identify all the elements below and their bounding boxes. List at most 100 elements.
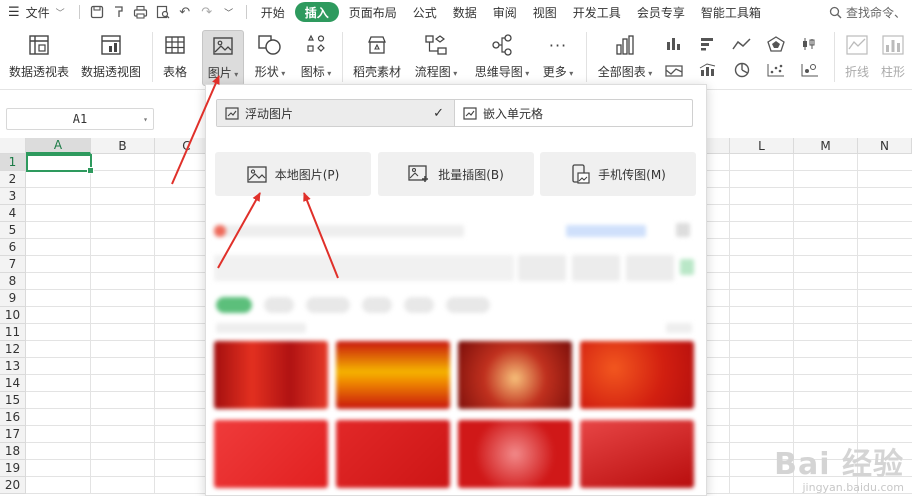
pie-chart-icon[interactable] [732,62,752,78]
dropdown-arrow-icon: ▾ [566,69,574,78]
row-header-13[interactable]: 13 [0,358,26,375]
tab-insert[interactable]: 插入 [294,2,339,22]
icons-gallery-icon [303,32,329,58]
close-icon [676,223,690,237]
row-header-3[interactable]: 3 [0,188,26,205]
dropdown-arrow-icon: ▾ [231,70,239,79]
tab-member[interactable]: 会员专享 [629,0,693,24]
row-header-11[interactable]: 11 [0,324,26,341]
bubble-chart-icon[interactable] [800,62,820,78]
row-header-19[interactable]: 19 [0,460,26,477]
sparkline-line-button[interactable]: 折线 [840,30,874,86]
library-category-chip [404,297,434,313]
floating-picture-option[interactable]: 浮动图片 ✓ [217,100,454,126]
active-cell-a1[interactable] [26,154,94,174]
icon-button[interactable]: 图标 ▾ [296,30,336,86]
line-chart-icon[interactable] [732,36,752,52]
embed-in-cell-option[interactable]: 嵌入单元格 [454,100,692,126]
row-header-15[interactable]: 15 [0,392,26,409]
area-chart-icon[interactable] [664,62,684,78]
undo-icon[interactable]: ↶ [174,0,196,24]
row-header-16[interactable]: 16 [0,409,26,426]
tab-developer[interactable]: 开发工具 [565,0,629,24]
pivot-chart-button[interactable]: 数据透视图 [78,30,144,86]
flowchart-icon [423,32,449,58]
sparkline-column-label: 柱形 [880,65,905,79]
column-header-n[interactable]: N [858,138,912,154]
column-header-b[interactable]: B [91,138,155,154]
more-dots-icon: ··· [548,35,568,55]
format-painter-icon[interactable] [108,0,130,24]
bar-chart-icon [612,32,638,58]
row-header-20[interactable]: 20 [0,477,26,494]
row-header-10[interactable]: 10 [0,307,26,324]
batch-insert-button[interactable]: 批量插图(B) [378,152,534,196]
row-header-14[interactable]: 14 [0,375,26,392]
picture-mode-toggle: 浮动图片 ✓ 嵌入单元格 [216,99,693,127]
tab-review[interactable]: 审阅 [485,0,525,24]
library-thumbnail [336,420,450,488]
command-search[interactable]: 查找命令、 [829,4,912,21]
row-header-6[interactable]: 6 [0,239,26,256]
row-header-8[interactable]: 8 [0,273,26,290]
column-header-l[interactable]: L [730,138,794,154]
tab-formulas[interactable]: 公式 [405,0,445,24]
mindmap-icon [489,32,515,58]
quick-access-more-icon[interactable]: ﹀ [218,0,240,24]
row-header-1[interactable]: 1 [0,154,26,171]
bar-horizontal-chart-icon[interactable] [698,36,718,52]
row-header-9[interactable]: 9 [0,290,26,307]
local-picture-button[interactable]: 本地图片(P) [215,152,371,196]
pivot-table-button[interactable]: 数据透视表 [6,30,72,86]
stock-chart-icon[interactable] [800,36,820,52]
batch-insert-label: 批量插图(B) [438,167,504,182]
shape-button[interactable]: 形状 ▾ [250,30,290,86]
sparkline-column-button[interactable]: 柱形 [876,30,910,86]
row-header-7[interactable]: 7 [0,256,26,273]
row-header-18[interactable]: 18 [0,443,26,460]
tab-view[interactable]: 视图 [525,0,565,24]
mindmap-button[interactable]: 思维导图 ▾ [470,30,534,86]
image-icon [247,165,267,183]
name-box[interactable]: A1 ▾ [6,108,154,130]
library-section-title [216,323,306,333]
column-header-m[interactable]: M [794,138,858,154]
library-banner-icon [214,225,226,237]
picture-button[interactable]: 图片 ▾ [202,30,244,86]
row-header-17[interactable]: 17 [0,426,26,443]
row-header-5[interactable]: 5 [0,222,26,239]
material-label: 稻壳素材 [352,65,401,79]
scatter-chart-icon[interactable] [766,62,786,78]
sparkline-line-icon [844,32,870,58]
icon-label: 图标 [300,65,325,79]
flowchart-button[interactable]: 流程图 ▾ [410,30,462,86]
column-chart-icon[interactable] [664,36,684,52]
row-header-12[interactable]: 12 [0,341,26,358]
print-icon[interactable] [130,0,152,24]
phone-upload-button[interactable]: 手机传图(M) [540,152,696,196]
select-all-corner[interactable] [0,138,26,154]
table-button[interactable]: 表格 [158,30,192,86]
watermark-logo: Bai 经验 [774,447,904,482]
redo-icon[interactable]: ↷ [196,0,218,24]
tab-data[interactable]: 数据 [445,0,485,24]
column-header-a[interactable]: A [26,138,91,154]
tab-home[interactable]: 开始 [253,0,293,24]
row-header-4[interactable]: 4 [0,205,26,222]
library-thumbnail [580,420,694,488]
pivot-table-icon [26,32,52,58]
dropdown-arrow-icon: ▾ [522,69,530,78]
hamburger-icon: ☰ [8,4,20,20]
tab-page-layout[interactable]: 页面布局 [341,0,405,24]
combo-chart-icon[interactable] [698,62,718,78]
all-charts-button[interactable]: 全部图表 ▾ [594,30,656,86]
material-button[interactable]: 稻壳素材 [350,30,404,86]
file-menu[interactable]: ☰ 文件 ﹀ [0,0,73,24]
print-preview-icon[interactable] [152,0,174,24]
mindmap-label: 思维导图 [474,65,523,79]
save-icon[interactable] [86,0,108,24]
row-header-2[interactable]: 2 [0,171,26,188]
tab-smart-toolbox[interactable]: 智能工具箱 [693,0,769,24]
radar-chart-icon[interactable] [766,36,786,52]
more-button[interactable]: ··· 更多 ▾ [538,30,578,86]
